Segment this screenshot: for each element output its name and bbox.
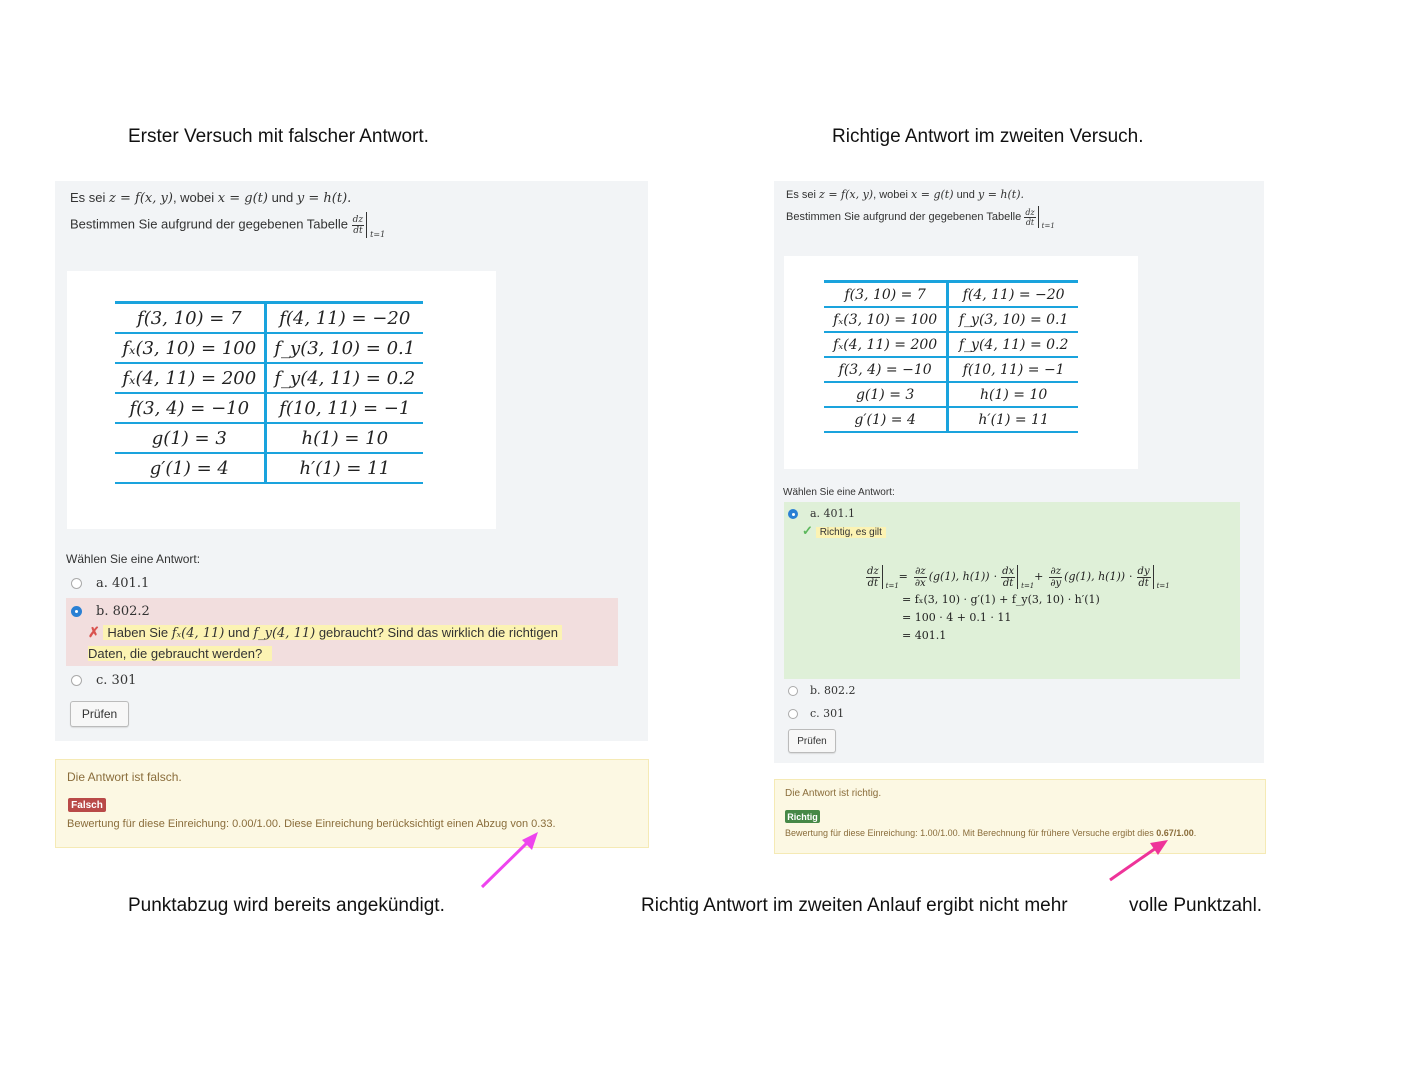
option-b-right[interactable]: b. 802.2 [788, 684, 856, 697]
table-right-cell: fₓ(3, 10) = 100 [824, 307, 950, 333]
radio-a[interactable] [71, 578, 82, 589]
table-cell: f(3, 4) = −10 [115, 393, 267, 424]
wrong-feedback: ✗ Haben Sie fₓ(4, 11) und f_y(4, 11) geb… [88, 622, 608, 664]
table-right-cell: h(1) = 10 [947, 382, 1078, 408]
check-button-right[interactable]: Prüfen [788, 729, 836, 753]
table-cell: g(1) = 3 [115, 423, 267, 454]
table-right-row: fₓ(3, 10) = 100 f_y(3, 10) = 0.1 [824, 307, 1078, 333]
table-right-cell: f(3, 4) = −10 [824, 357, 950, 383]
table-right-cell: f(4, 11) = −20 [947, 280, 1078, 308]
table-row: f(3, 10) = 7 f(4, 11) = −20 [115, 301, 423, 334]
table-row: fₓ(3, 10) = 100 f_y(3, 10) = 0.1 [115, 333, 423, 364]
table-cell: fₓ(4, 11) = 200 [115, 363, 267, 394]
table-row: fₓ(4, 11) = 200 f_y(4, 11) = 0.2 [115, 363, 423, 394]
table-right-row: f(3, 10) = 7 f(4, 11) = −20 [824, 280, 1078, 308]
table-cell: h′(1) = 11 [265, 453, 423, 484]
result-text: Die Antwort ist falsch. [67, 770, 182, 784]
caption-no-full-score-a: Richtig Antwort im zweiten Anlauf ergibt… [641, 895, 1068, 916]
option-c-label: c. 301 [96, 673, 137, 688]
choose-answer-label-right: Wählen Sie eine Antwort: [783, 487, 895, 498]
badge-richtig: Richtig [785, 810, 820, 823]
table-cell: f_y(4, 11) = 0.2 [265, 363, 423, 394]
table-cell: fₓ(3, 10) = 100 [115, 333, 267, 364]
table-cell: f_y(3, 10) = 0.1 [265, 333, 423, 364]
option-c-right[interactable]: c. 301 [788, 707, 844, 720]
caption-deduction-announced: Punktabzug wird bereits angekündigt. [128, 895, 445, 916]
question-x: x = g(t) [217, 191, 268, 206]
option-c-right-label: c. 301 [810, 707, 845, 720]
table-right-cell: f(3, 10) = 7 [824, 280, 950, 308]
left-result-panel: Die Antwort ist falsch. Falsch Bewertung… [55, 759, 649, 848]
cross-icon: ✗ [88, 624, 100, 640]
choose-answer-label: Wählen Sie eine Antwort: [66, 552, 201, 566]
question-prefix: Es sei [70, 190, 106, 205]
caption-first-attempt: Erster Versuch mit falscher Antwort. [128, 126, 429, 147]
table-cell: f(4, 11) = −20 [265, 301, 423, 334]
check-icon: ✓ [802, 523, 813, 538]
derivation: dz dt t=1 = ∂z ∂x (g(1), h(1)) · dx dt t=1 + … [866, 565, 1226, 645]
question-text-right: Es sei z = f(x, y), wobei x = g(t) und y… [786, 188, 1055, 230]
radio-c-right[interactable] [788, 708, 798, 719]
values-table-box: f(3, 10) = 7 f(4, 11) = −20 fₓ(3, 10) = 10… [67, 271, 496, 529]
right-result-panel: Die Antwort ist richtig. Richtig Bewertu… [774, 779, 1266, 854]
table-right-cell: f_y(3, 10) = 0.1 [947, 307, 1078, 333]
radio-a-selected[interactable] [788, 508, 798, 519]
option-c[interactable]: c. 301 [71, 673, 136, 688]
option-b-label: b. 802.2 [96, 604, 150, 619]
table-right-cell: h′(1) = 11 [947, 407, 1078, 433]
table-cell: f(3, 10) = 7 [115, 301, 267, 334]
derivation-line2: = fₓ(3, 10) · g′(1) + f_y(3, 10) · h′(1) [902, 593, 1100, 606]
table-right-cell: g′(1) = 4 [824, 407, 950, 433]
question-instruction: Bestimmen Sie aufgrund der gegebenen Tab… [70, 216, 349, 232]
option-a[interactable]: a. 401.1 [71, 576, 149, 591]
table-right-cell: fₓ(4, 11) = 200 [824, 332, 950, 358]
check-button[interactable]: Prüfen [70, 701, 129, 727]
derivation-line3: = 100 · 4 + 0.1 · 11 [902, 611, 1012, 624]
radio-c[interactable] [71, 675, 82, 686]
table-row: f(3, 4) = −10 f(10, 11) = −1 [115, 393, 423, 424]
table-right-row: fₓ(4, 11) = 200 f_y(4, 11) = 0.2 [824, 332, 1078, 358]
arrow-right [1109, 840, 1168, 882]
caption-no-full-score-b: volle Punktzahl. [1129, 895, 1263, 916]
table-cell: f(10, 11) = −1 [265, 393, 423, 424]
left-question-panel: Es sei z = f(x, y), wobei x = g(t) und y… [55, 181, 648, 741]
values-table-box-right: f(3, 10) = 7 f(4, 11) = −20 fₓ(3, 10) = 10… [784, 256, 1138, 469]
option-b-right-label: b. 802.2 [810, 684, 856, 697]
derivative-fraction: dz dt [351, 214, 365, 236]
table-row: g(1) = 3 h(1) = 10 [115, 423, 423, 454]
table-right-cell: f(10, 11) = −1 [947, 357, 1078, 383]
option-b[interactable]: b. 802.2 [71, 604, 150, 619]
table-right-row: g′(1) = 4 h′(1) = 11 [824, 407, 1078, 433]
wrong-feedback-line2: Daten, die gebraucht werden? [88, 646, 273, 661]
badge-falsch: Falsch [68, 798, 106, 812]
table-row: g′(1) = 4 h′(1) = 11 [115, 453, 423, 484]
table-right-row: f(3, 4) = −10 f(10, 11) = −1 [824, 357, 1078, 383]
right-question-panel: Es sei z = f(x, y), wobei x = g(t) und y… [774, 181, 1264, 763]
values-table-right: f(3, 10) = 7 f(4, 11) = −20 fₓ(3, 10) = 10… [824, 280, 1078, 433]
values-table: f(3, 10) = 7 f(4, 11) = −20 fₓ(3, 10) = 10… [115, 301, 423, 484]
result-text-right: Die Antwort ist richtig. [785, 788, 882, 799]
table-right-cell: f_y(4, 11) = 0.2 [947, 332, 1078, 358]
radio-b-selected[interactable] [71, 606, 82, 617]
eval-subscript: t=1 [370, 230, 386, 239]
table-right-cell: g(1) = 3 [824, 382, 950, 408]
table-cell: g′(1) = 4 [115, 453, 267, 484]
question-z: z = f(x, y) [109, 191, 173, 206]
question-text: Es sei z = f(x, y), wobei x = g(t) und y… [70, 189, 630, 239]
option-a-right-label: a. 401.1 [810, 507, 856, 520]
radio-b-right[interactable] [788, 685, 798, 696]
question-y: y = h(t). [296, 191, 352, 206]
table-right-row: g(1) = 3 h(1) = 10 [824, 382, 1078, 408]
question-und: und [271, 190, 294, 205]
question-wobei: , wobei [172, 190, 215, 205]
option-a-right[interactable]: a. 401.1 [788, 507, 855, 520]
correct-feedback: ✓ Richtig, es gilt [802, 523, 886, 539]
caption-second-attempt: Richtige Antwort im zweiten Versuch. [832, 126, 1144, 147]
option-a-label: a. 401.1 [96, 576, 150, 591]
arrow-left [480, 832, 538, 889]
derivation-line4: = 401.1 [902, 629, 947, 642]
table-cell: h(1) = 10 [265, 423, 423, 454]
